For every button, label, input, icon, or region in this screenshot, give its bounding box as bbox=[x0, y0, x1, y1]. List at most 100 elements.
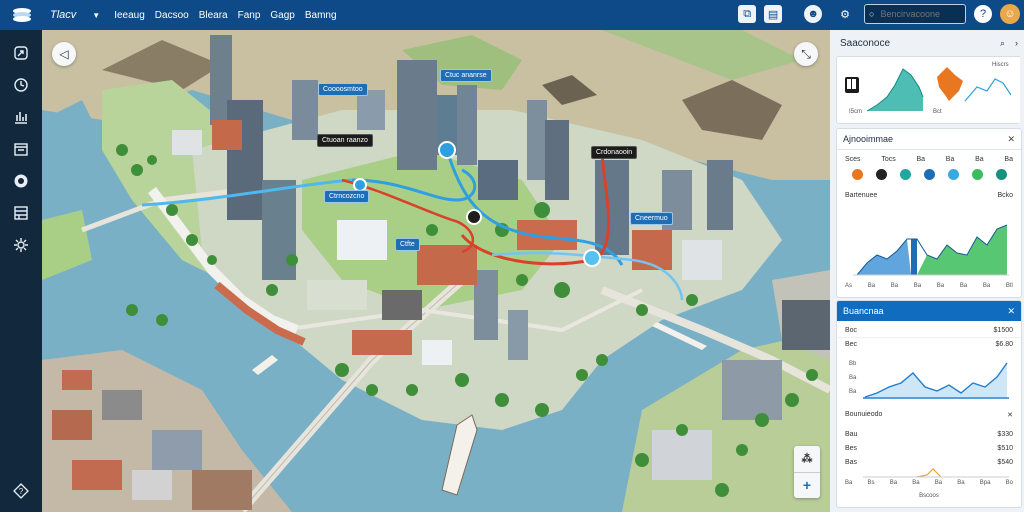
close-icon[interactable]: ✕ bbox=[1007, 134, 1015, 145]
layers-toggle-icon[interactable]: ⁂ bbox=[794, 446, 820, 473]
top-bar: Tlacv ▼ Ieeaug Dacsoo Bleara Fanp Gagp B… bbox=[0, 0, 1024, 30]
search-input[interactable] bbox=[878, 8, 953, 20]
clock-icon[interactable] bbox=[8, 72, 34, 98]
finance-section-title: Bounuieodo bbox=[845, 411, 883, 418]
finance-section-header: Bounuieodo ✕ bbox=[837, 411, 1021, 419]
avatar[interactable]: ☺ bbox=[1000, 4, 1020, 24]
finance-x-tick-1: Ba bbox=[845, 480, 853, 486]
menu-item-1[interactable]: Ieeaug bbox=[114, 10, 145, 21]
finance-row-2-label: Bec bbox=[845, 341, 858, 348]
x-tick-1: As bbox=[845, 283, 853, 289]
analytics-label-2: Tocs bbox=[881, 156, 896, 163]
finance-row-3-value: $330 bbox=[997, 431, 1013, 438]
help-icon[interactable]: ? bbox=[8, 478, 34, 504]
calendar-icon[interactable] bbox=[8, 136, 34, 162]
finance-x-tick-7: Bpa bbox=[979, 480, 991, 486]
analytics-label-4: Ba bbox=[945, 156, 955, 163]
svg-text:?: ? bbox=[19, 487, 24, 496]
finance-x-axis: Ba Bs Ba Ba Ba Ba Bpa Bo bbox=[837, 480, 1021, 486]
finance-row-4-value: $510 bbox=[997, 445, 1013, 452]
left-sidebar: ? bbox=[0, 30, 42, 512]
map-label-3[interactable]: Ctuoan raanzo bbox=[317, 134, 373, 147]
finance-row-4-label: Bes bbox=[845, 445, 858, 452]
search-box[interactable]: ○ bbox=[864, 4, 966, 24]
table-icon[interactable] bbox=[8, 200, 34, 226]
analytics-label-5: Ba bbox=[975, 156, 984, 163]
workspace-selector[interactable]: Tlacv ▼ bbox=[50, 9, 100, 21]
finance-x-tick-3: Ba bbox=[889, 480, 898, 486]
analytics-x-axis: As Ba Ba Ba Ba Ba Ba Btl bbox=[837, 283, 1021, 289]
status-teal2-icon[interactable] bbox=[995, 169, 1007, 180]
analytics-chart-header: Bartenuee Bcko bbox=[837, 192, 1021, 199]
status-sky-icon[interactable] bbox=[947, 169, 959, 180]
right-panel: Saaconoce ⌕ › I5cm Bct Hiscrs Ajnooimmae… bbox=[830, 30, 1024, 512]
status-orange-icon[interactable] bbox=[851, 169, 863, 180]
menu-item-5[interactable]: Gagp bbox=[270, 10, 294, 21]
map-label-2[interactable]: Ctuc ananrse bbox=[440, 69, 492, 82]
overview-chart-box: I5cm Bct Hiscrs bbox=[836, 56, 1020, 124]
analytics-header: Ajnooimmae ✕ bbox=[837, 129, 1021, 150]
collapse-icon[interactable]: ✕ bbox=[1007, 411, 1013, 419]
status-blue-icon[interactable] bbox=[923, 169, 935, 180]
status-teal-icon[interactable] bbox=[899, 169, 911, 180]
map-label-5[interactable]: Ctrncozcno bbox=[324, 190, 370, 203]
overview-tick-right: Bct bbox=[933, 109, 942, 115]
help-icon[interactable]: ? bbox=[974, 5, 992, 23]
map-label-1[interactable]: Coooosmtoo bbox=[318, 83, 368, 96]
analytics-chart-left: Bartenuee bbox=[845, 192, 878, 199]
map-label-4[interactable]: Crdonaooin bbox=[591, 146, 638, 159]
settings-icon[interactable] bbox=[8, 232, 34, 258]
finance-header: Buancnaa ✕ bbox=[837, 301, 1021, 321]
chart-icon[interactable] bbox=[8, 104, 34, 130]
x-tick-7: Ba bbox=[982, 283, 991, 289]
collapse-icon[interactable]: › bbox=[1015, 38, 1018, 49]
brand-name: Tlacv bbox=[50, 9, 77, 21]
user-icon[interactable]: ☻ bbox=[804, 5, 823, 23]
overview-card: Saaconoce ⌕ › I5cm Bct Hiscrs bbox=[836, 32, 1020, 124]
zoom-in-button[interactable]: + bbox=[794, 473, 820, 499]
menu-item-4[interactable]: Fanp bbox=[238, 10, 261, 21]
finance-x-tick-2: Bs bbox=[867, 480, 875, 486]
save-icon[interactable]: ▤ bbox=[764, 5, 783, 23]
layers-icon[interactable]: ⧉ bbox=[738, 5, 757, 23]
status-black-icon[interactable] bbox=[875, 169, 887, 180]
map-label-6[interactable]: Cneermuo bbox=[630, 212, 673, 225]
overview-tick-right2: Hiscrs bbox=[992, 62, 1009, 68]
top-right-tools: ⧉ ▤ ☻ ⚙ ○ ? ☺ bbox=[738, 4, 1020, 24]
app: Tlacv ▼ Ieeaug Dacsoo Bleara Fanp Gagp B… bbox=[0, 0, 1024, 512]
analytics-icon-row bbox=[837, 169, 1021, 180]
status-green-icon[interactable] bbox=[971, 169, 983, 180]
analytics-card: Ajnooimmae ✕ Sces Tocs Ba Ba Ba Ba Barte… bbox=[836, 128, 1022, 298]
x-tick-5: Ba bbox=[936, 283, 945, 289]
finance-row-2-value: $6.80 bbox=[995, 341, 1013, 348]
analytics-label-row: Sces Tocs Ba Ba Ba Ba bbox=[837, 156, 1021, 163]
finance-row-2: Bec $6.80 bbox=[837, 341, 1021, 348]
navigate-icon[interactable] bbox=[8, 40, 34, 66]
finance-row-5: Bas $540 bbox=[837, 459, 1021, 466]
menu-item-3[interactable]: Bleara bbox=[199, 10, 228, 21]
finance-row-5-label: Bas bbox=[845, 459, 858, 466]
finance-row-4: Bes $510 bbox=[837, 445, 1021, 452]
menu-item-6[interactable]: Bamng bbox=[305, 10, 337, 21]
finance-row-1-label: Boc bbox=[845, 327, 858, 334]
finance-x-tick-4: Ba bbox=[912, 480, 920, 486]
chevron-down-icon: ▼ bbox=[92, 10, 101, 20]
top-menu: Ieeaug Dacsoo Bleara Fanp Gagp Bamng bbox=[114, 10, 336, 21]
compass-button[interactable]: ◁ bbox=[52, 42, 76, 66]
settings-icon[interactable]: ⚙ bbox=[840, 8, 850, 21]
map-label-7[interactable]: Ctfte bbox=[395, 238, 420, 251]
close-icon[interactable]: ✕ bbox=[1007, 306, 1015, 317]
analytics-chart-right: Bcko bbox=[997, 192, 1013, 199]
search-icon[interactable]: ⌕ bbox=[1000, 38, 1005, 49]
camera-icon[interactable] bbox=[8, 168, 34, 194]
finance-line-chart bbox=[863, 362, 1009, 399]
finance-row-1-value: $1500 bbox=[993, 327, 1013, 334]
x-tick-4: Ba bbox=[913, 283, 922, 289]
x-tick-3: Ba bbox=[890, 283, 899, 289]
map-view[interactable]: ◁ ⤡ Coooosmtoo Ctuc ananrse Ctuoan raanz… bbox=[42, 30, 830, 512]
x-tick-6: Ba bbox=[959, 283, 968, 289]
expand-button[interactable]: ⤡ bbox=[794, 42, 818, 66]
logo-icon[interactable] bbox=[8, 4, 36, 26]
finance-x-tick-6: Ba bbox=[957, 480, 965, 486]
menu-item-2[interactable]: Dacsoo bbox=[155, 10, 189, 21]
